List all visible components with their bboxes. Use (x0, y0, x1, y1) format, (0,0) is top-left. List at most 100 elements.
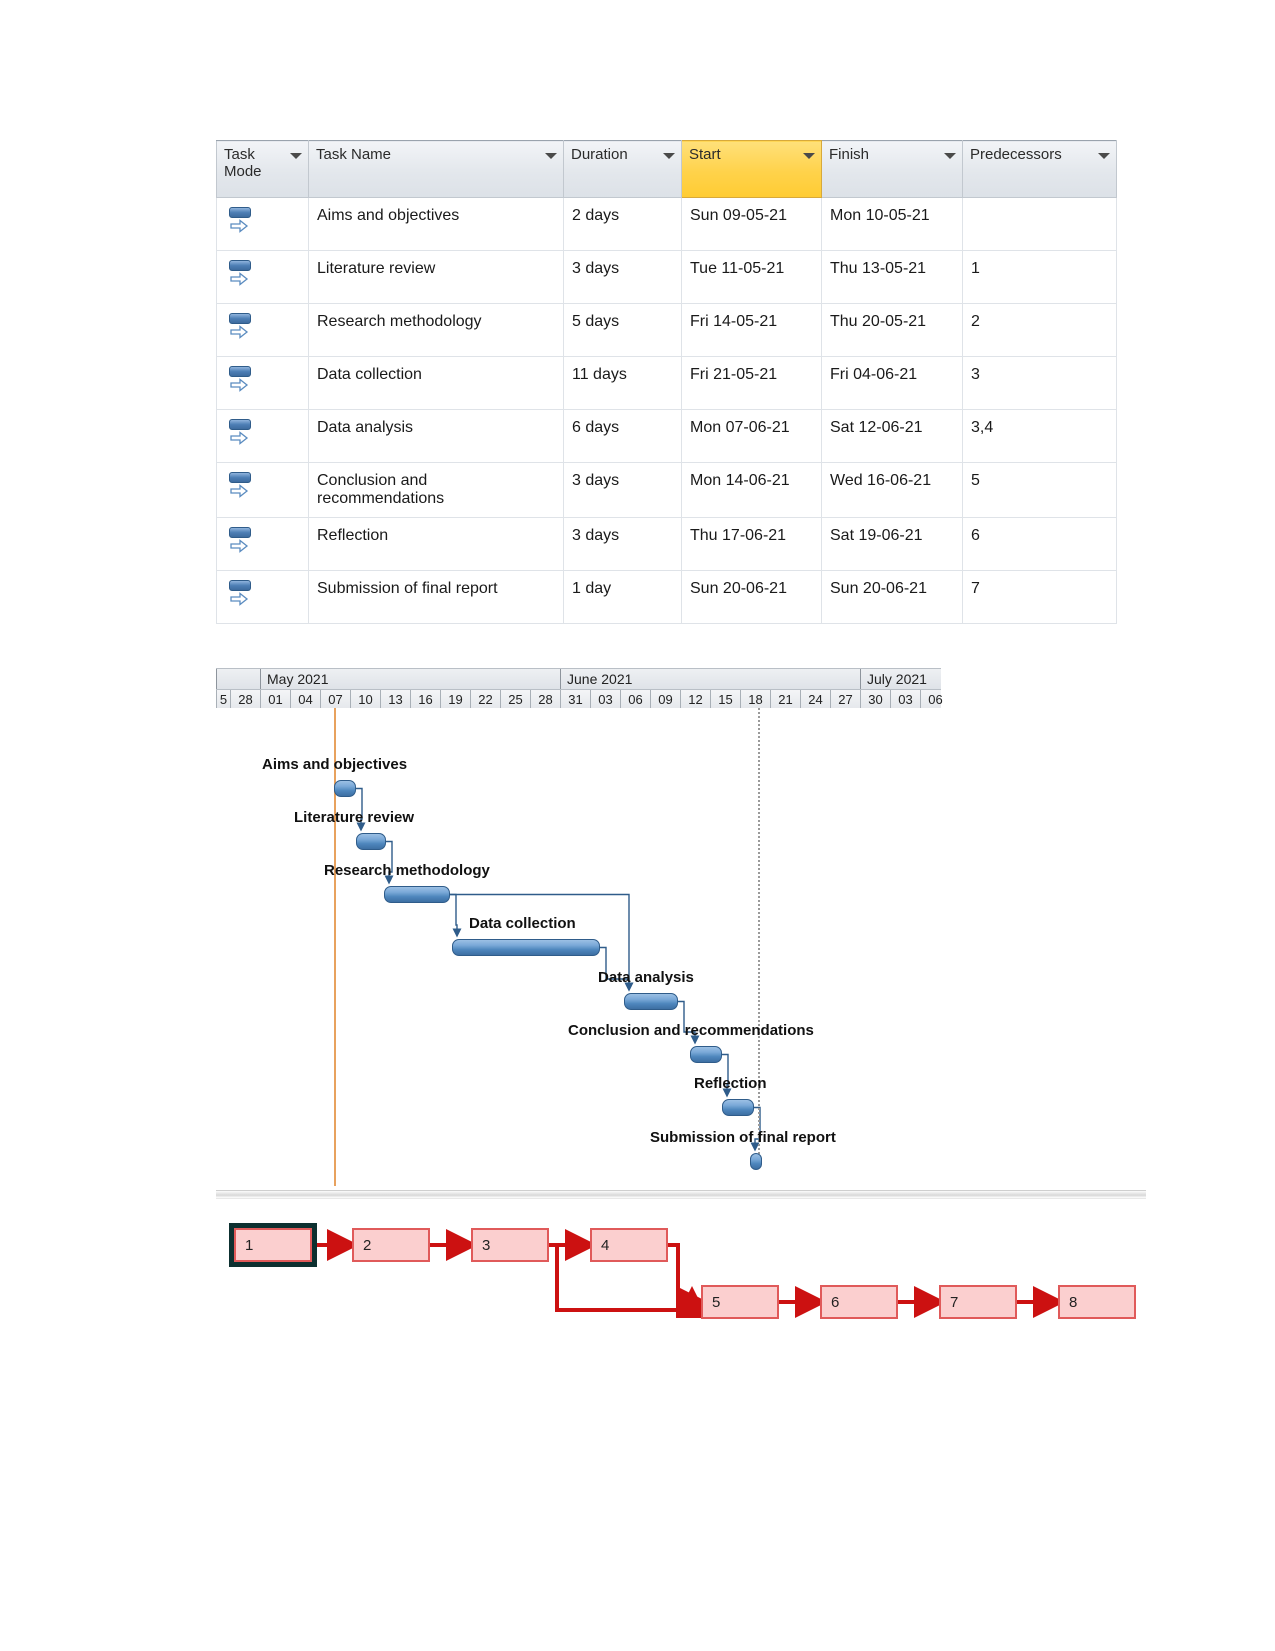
manually-scheduled-icon[interactable] (229, 580, 251, 606)
finish-cell[interactable]: Wed 16-06-21 (821, 462, 963, 518)
manually-scheduled-icon[interactable] (229, 207, 251, 233)
task-name-cell[interactable]: Aims and objectives (308, 197, 564, 251)
table-row[interactable]: Aims and objectives 2 days Sun 09-05-21 Mon… (216, 197, 1117, 251)
manually-scheduled-icon[interactable] (229, 260, 251, 286)
gantt-task-bar[interactable] (356, 833, 386, 850)
predecessors-cell[interactable]: 2 (962, 303, 1117, 357)
column-header-start[interactable]: Start (681, 140, 822, 198)
chevron-down-icon[interactable] (803, 153, 815, 159)
start-cell[interactable]: Tue 11-05-21 (681, 250, 822, 304)
network-node[interactable]: 1 (229, 1223, 317, 1267)
gantt-task-bar[interactable] (624, 993, 678, 1010)
chevron-down-icon[interactable] (290, 153, 302, 159)
finish-cell[interactable]: Mon 10-05-21 (821, 197, 963, 251)
table-row[interactable]: Data analysis 6 days Mon 07-06-21 Sat 12-06… (216, 409, 1117, 463)
task-mode-cell[interactable] (216, 356, 309, 410)
column-header-duration[interactable]: Duration (563, 140, 682, 198)
column-header-finish[interactable]: Finish (821, 140, 963, 198)
task-mode-cell[interactable] (216, 517, 309, 571)
network-node[interactable]: 7 (939, 1285, 1017, 1319)
task-name-cell[interactable]: Data analysis (308, 409, 564, 463)
network-node[interactable]: 8 (1058, 1285, 1136, 1319)
start-cell[interactable]: Fri 21-05-21 (681, 356, 822, 410)
gantt-task-bar[interactable] (722, 1099, 754, 1116)
gantt-task-bar[interactable] (334, 780, 356, 797)
task-name-cell[interactable]: Conclusion and recommendations (308, 462, 564, 518)
start-cell[interactable]: Fri 14-05-21 (681, 303, 822, 357)
duration-cell[interactable]: 2 days (563, 197, 682, 251)
finish-cell[interactable]: Thu 13-05-21 (821, 250, 963, 304)
network-node-label: 1 (245, 1236, 254, 1254)
predecessors-cell[interactable]: 3,4 (962, 409, 1117, 463)
start-cell[interactable]: Mon 14-06-21 (681, 462, 822, 518)
duration-cell[interactable]: 5 days (563, 303, 682, 357)
table-row[interactable]: Submission of final report 1 day Sun 20-06… (216, 570, 1117, 624)
start-cell[interactable]: Thu 17-06-21 (681, 517, 822, 571)
manually-scheduled-icon[interactable] (229, 472, 251, 498)
task-name-cell[interactable]: Submission of final report (308, 570, 564, 624)
gantt-task-bar[interactable] (384, 886, 450, 903)
gantt-task-bar[interactable] (750, 1153, 762, 1170)
task-name-cell[interactable]: Data collection (308, 356, 564, 410)
network-node[interactable]: 6 (820, 1285, 898, 1319)
predecessors-cell[interactable]: 7 (962, 570, 1117, 624)
gantt-day-tick: 5 (216, 690, 230, 710)
task-name-cell[interactable]: Research methodology (308, 303, 564, 357)
task-mode-cell[interactable] (216, 303, 309, 357)
gantt-day-tick: 03 (890, 690, 920, 710)
task-name-cell[interactable]: Reflection (308, 517, 564, 571)
finish-cell[interactable]: Thu 20-05-21 (821, 303, 963, 357)
start-cell[interactable]: Sun 09-05-21 (681, 197, 822, 251)
chevron-down-icon[interactable] (663, 153, 675, 159)
table-row[interactable]: Reflection 3 days Thu 17-06-21 Sat 19-06-21… (216, 517, 1117, 571)
task-mode-cell[interactable] (216, 570, 309, 624)
network-node[interactable]: 2 (352, 1228, 430, 1262)
gantt-task-bar[interactable] (690, 1046, 722, 1063)
duration-cell[interactable]: 1 day (563, 570, 682, 624)
manually-scheduled-icon[interactable] (229, 366, 251, 392)
task-mode-cell[interactable] (216, 250, 309, 304)
duration-cell[interactable]: 11 days (563, 356, 682, 410)
table-row[interactable]: Data collection 11 days Fri 21-05-21 Fri 04… (216, 356, 1117, 410)
gantt-task-bar[interactable] (452, 939, 600, 956)
finish-cell[interactable]: Fri 04-06-21 (821, 356, 963, 410)
gantt-day-tick: 07 (320, 690, 350, 710)
manually-scheduled-icon[interactable] (229, 419, 251, 445)
task-mode-cell[interactable] (216, 197, 309, 251)
chevron-down-icon[interactable] (545, 153, 557, 159)
predecessors-cell[interactable]: 3 (962, 356, 1117, 410)
finish-cell[interactable]: Sat 12-06-21 (821, 409, 963, 463)
duration-cell[interactable]: 3 days (563, 517, 682, 571)
gantt-day-tick: 13 (380, 690, 410, 710)
column-header-task-name[interactable]: Task Name (308, 140, 564, 198)
chevron-down-icon[interactable] (944, 153, 956, 159)
table-row[interactable]: Conclusion and recommendations 3 days Mon … (216, 462, 1117, 518)
column-header-label: Predecessors (970, 146, 1062, 163)
network-node[interactable]: 4 (590, 1228, 668, 1262)
duration-cell[interactable]: 6 days (563, 409, 682, 463)
finish-cell[interactable]: Sat 19-06-21 (821, 517, 963, 571)
chevron-down-icon[interactable] (1098, 153, 1110, 159)
start-cell[interactable]: Sun 20-06-21 (681, 570, 822, 624)
task-mode-cell[interactable] (216, 462, 309, 518)
manually-scheduled-icon[interactable] (229, 313, 251, 339)
gantt-month-label: June 2021 (560, 669, 860, 689)
network-node[interactable]: 5 (701, 1285, 779, 1319)
task-name-cell[interactable]: Literature review (308, 250, 564, 304)
column-header-predecessors[interactable]: Predecessors (962, 140, 1117, 198)
start-cell[interactable]: Mon 07-06-21 (681, 409, 822, 463)
task-mode-cell[interactable] (216, 409, 309, 463)
table-row[interactable]: Literature review 3 days Tue 11-05-21 Thu 1… (216, 250, 1117, 304)
duration-cell[interactable]: 3 days (563, 250, 682, 304)
manually-scheduled-icon[interactable] (229, 527, 251, 553)
predecessors-cell[interactable]: 5 (962, 462, 1117, 518)
predecessors-cell[interactable] (962, 197, 1117, 251)
network-node[interactable]: 3 (471, 1228, 549, 1262)
column-header-label: Task Mode (224, 146, 262, 181)
table-row[interactable]: Research methodology 5 days Fri 14-05-21 Th… (216, 303, 1117, 357)
finish-cell[interactable]: Sun 20-06-21 (821, 570, 963, 624)
duration-cell[interactable]: 3 days (563, 462, 682, 518)
predecessors-cell[interactable]: 1 (962, 250, 1117, 304)
column-header-task-mode[interactable]: Task Mode (216, 140, 309, 198)
predecessors-cell[interactable]: 6 (962, 517, 1117, 571)
